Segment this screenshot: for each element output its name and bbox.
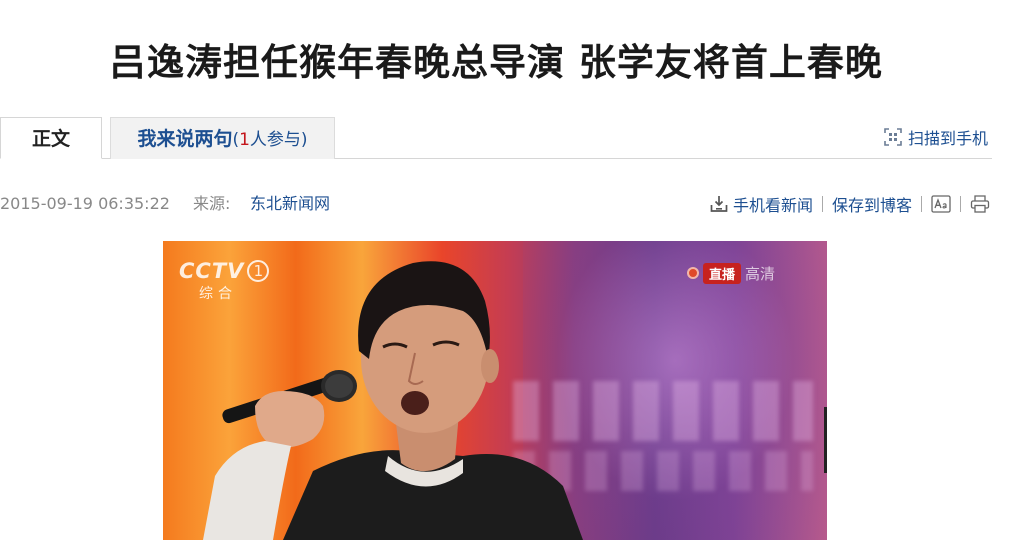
mobile-news-button[interactable]: 手机看新闻 xyxy=(710,192,813,216)
article-title: 吕逸涛担任猴年春晚总导演 张学友将首上春晚 xyxy=(109,41,883,84)
live-label: 直播 xyxy=(703,262,742,284)
article-meta: 2015-09-19 06:35:22 来源: 东北新闻网 手机看新闻 保存到博… xyxy=(0,191,992,217)
font-size-button[interactable] xyxy=(931,195,951,213)
cctv-logo-text: CCTV xyxy=(179,259,245,283)
article-tab-bar: 正文 我来说两句(1人参与) 扫描到手机 xyxy=(0,117,992,159)
download-to-phone-icon xyxy=(710,195,728,213)
publish-date: 2015-09-19 06:35:22 xyxy=(0,194,170,213)
live-hd-badge: 直播 高清 xyxy=(687,261,775,285)
font-size-icon xyxy=(931,195,951,213)
tool-separator xyxy=(821,196,823,212)
mobile-news-label: 手机看新闻 xyxy=(732,196,813,215)
channel-number: 1 xyxy=(247,260,270,282)
tool-separator xyxy=(921,196,922,212)
hd-label: 高清 xyxy=(745,264,776,283)
print-icon xyxy=(970,195,990,213)
cctv-channel-logo: CCTV 1 综合 xyxy=(179,259,270,303)
save-to-blog-button[interactable]: 保存到博客 xyxy=(832,192,912,216)
article-photo: CCTV 1 综合 直播 高清 xyxy=(163,241,827,540)
scan-to-phone-button[interactable]: 扫描到手机 xyxy=(884,125,988,149)
channel-subtitle: 综合 xyxy=(199,286,237,302)
scan-to-phone-label: 扫描到手机 xyxy=(907,129,988,148)
print-button[interactable] xyxy=(970,195,990,213)
source-link[interactable]: 东北新闻网 xyxy=(250,191,330,217)
comment-tab-label: 我来说两句 xyxy=(137,128,233,150)
photo-edge-marker xyxy=(824,407,827,473)
live-dot-icon xyxy=(687,267,699,279)
comment-count-suffix: 人参与) xyxy=(249,130,308,150)
save-to-blog-label: 保存到博客 xyxy=(831,196,912,215)
tab-comments[interactable]: 我来说两句(1人参与) xyxy=(110,117,335,159)
source-label: 来源: xyxy=(193,194,231,213)
qr-scan-icon xyxy=(884,128,902,146)
article-tools: 手机看新闻 保存到博客 xyxy=(710,191,990,217)
tab-article-body[interactable]: 正文 xyxy=(0,117,102,159)
tool-separator xyxy=(960,196,961,212)
comment-count: 1 xyxy=(239,130,250,150)
